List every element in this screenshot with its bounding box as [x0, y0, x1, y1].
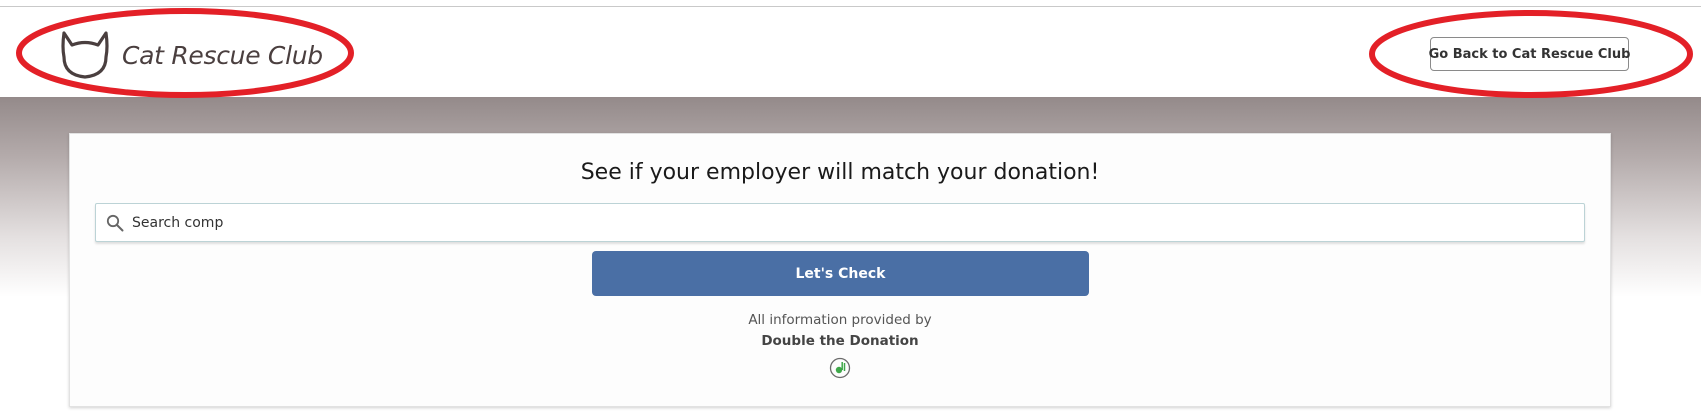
lets-check-button[interactable]: Let's Check [592, 251, 1089, 296]
site-logo[interactable]: Cat Rescue Club [58, 29, 323, 81]
company-search-input[interactable] [132, 214, 1552, 231]
provider-name: Double the Donation [761, 333, 919, 349]
page: Cat Rescue Club Go Back to Cat Rescue Cl… [0, 0, 1701, 418]
card-title: See if your employer will match your don… [580, 160, 1100, 185]
double-the-donation-logo-icon[interactable] [829, 357, 851, 379]
cat-head-icon [61, 31, 109, 79]
go-back-button[interactable]: Go Back to Cat Rescue Club [1429, 37, 1630, 71]
search-icon [106, 214, 124, 231]
provided-by-text: All information provided by [748, 312, 932, 328]
site-header: Cat Rescue Club Go Back to Cat Rescue Cl… [0, 7, 1701, 97]
logo-text: Cat Rescue Club [122, 40, 323, 70]
employer-match-card: See if your employer will match your don… [69, 133, 1611, 407]
company-search-box[interactable] [95, 203, 1585, 242]
